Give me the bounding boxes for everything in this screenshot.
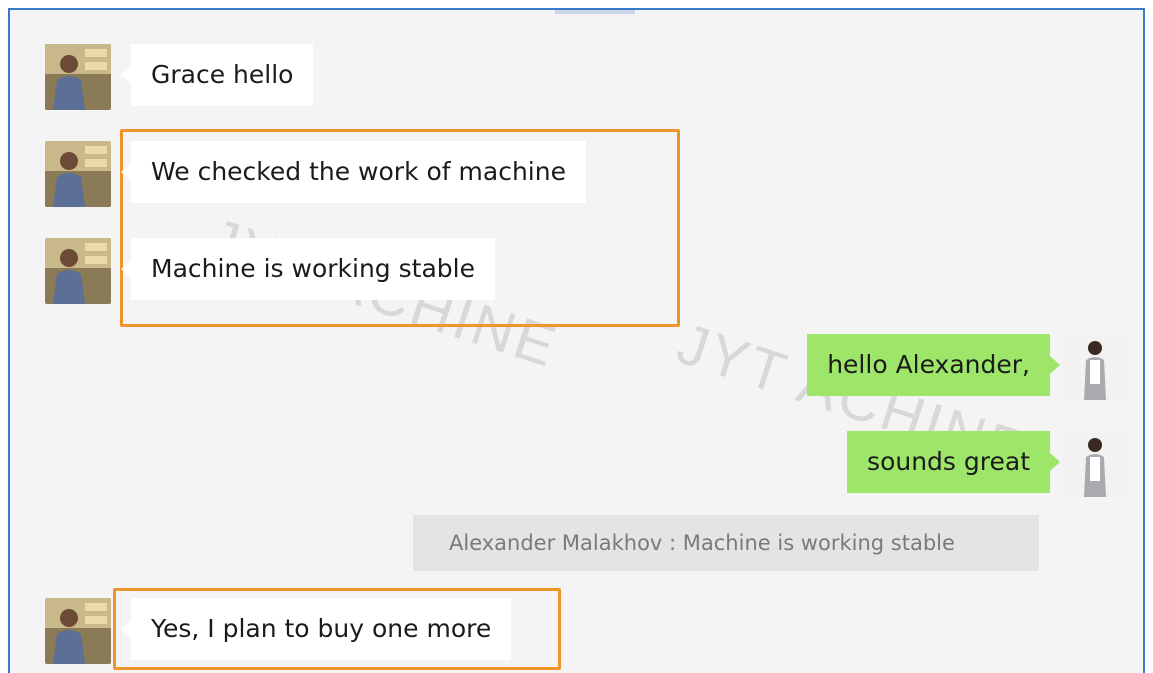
chat-window: JYT ACHINE JYT ACHINE Grace hello We che… xyxy=(8,8,1145,673)
window-tab-indicator xyxy=(555,10,635,14)
message-bubble[interactable]: Machine is working stable xyxy=(121,238,495,300)
man-avatar-icon[interactable] xyxy=(45,598,111,664)
man-avatar-icon[interactable] xyxy=(45,44,111,110)
message-bubble[interactable]: sounds great xyxy=(847,431,1060,493)
message-bubble[interactable]: Yes, I plan to buy one more xyxy=(120,598,512,660)
woman-avatar-icon[interactable] xyxy=(1062,431,1128,497)
message-bubble[interactable]: Grace hello xyxy=(120,44,314,106)
man-avatar-icon[interactable] xyxy=(45,238,111,304)
man-avatar-icon[interactable] xyxy=(45,141,111,207)
woman-avatar-icon[interactable] xyxy=(1062,334,1128,400)
message-bubble[interactable]: hello Alexander, xyxy=(807,334,1060,396)
quoted-message[interactable]: Alexander Malakhov : Machine is working … xyxy=(413,515,1039,571)
message-bubble[interactable]: We checked the work of machine xyxy=(121,141,586,203)
